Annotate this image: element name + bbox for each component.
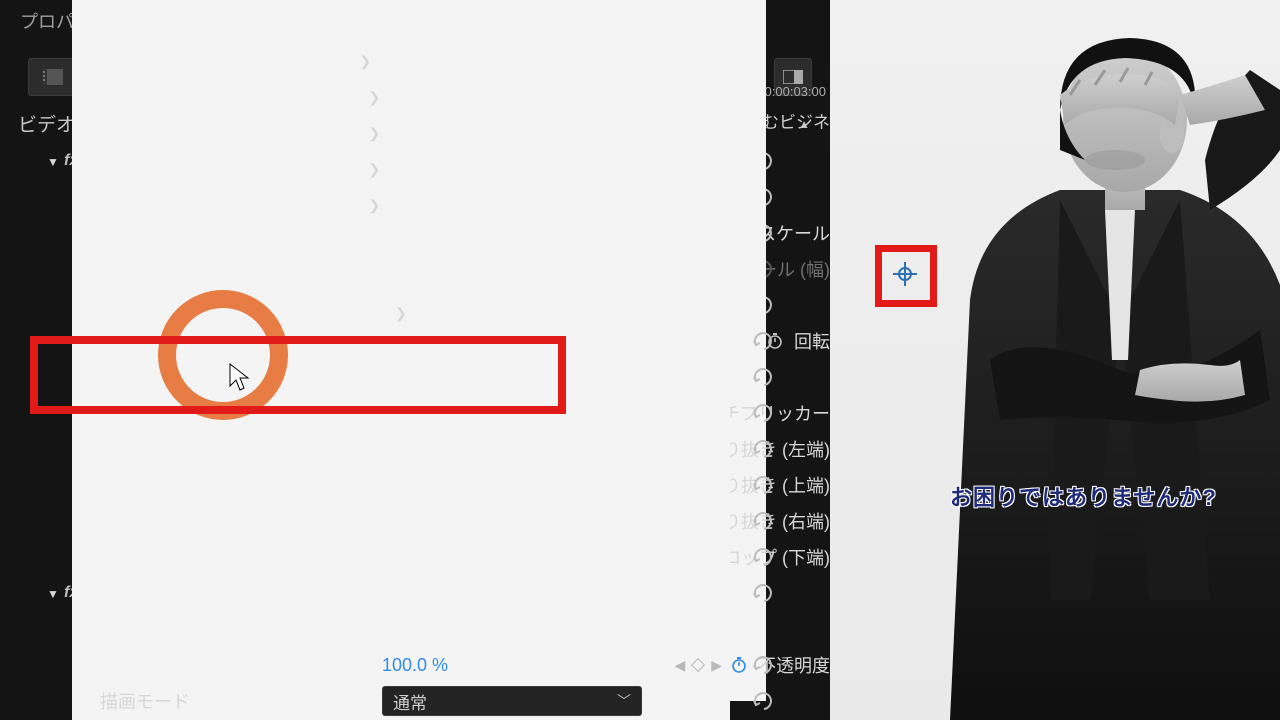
opacity-value-row: 不透明度 100.0 % ◀ ▶ [0, 647, 830, 683]
reset-button[interactable] [752, 583, 778, 603]
stopwatch-active-icon[interactable] [730, 656, 748, 674]
blend-mode-label: 描画モード [100, 688, 190, 714]
twisty-down-icon[interactable] [42, 585, 64, 601]
clip-icon [43, 69, 63, 85]
add-keyframe-icon[interactable] [691, 658, 705, 672]
reset-button[interactable] [752, 691, 778, 711]
twisty-down-icon[interactable] [42, 153, 64, 169]
blend-mode-dropdown[interactable]: 通常 ﹀ [382, 686, 642, 716]
video-section-label: ビデオ [18, 110, 75, 137]
prev-keyframe-icon[interactable]: ◀ [674, 657, 685, 674]
preview-figure [910, 0, 1280, 720]
reset-button[interactable] [752, 331, 778, 351]
blend-mode-row: 描画モード 通常 ﹀ [0, 683, 830, 719]
reset-button[interactable] [752, 511, 778, 531]
next-keyframe-icon[interactable]: ▶ [711, 657, 722, 674]
program-preview: お困りではありませんか? [830, 0, 1280, 720]
anchor-point-marker-icon [893, 262, 917, 286]
preview-caption: お困りではありませんか? [950, 480, 1217, 512]
keyframe-nav: ◀ ▶ [674, 657, 722, 674]
reset-button[interactable] [752, 367, 778, 387]
reset-button[interactable] [752, 439, 778, 459]
effect-controls-panel: プロパティ エフェクトコントロール ≡ プロジェクト: お手本動画編集 ビン: … [0, 0, 830, 720]
chevron-down-icon: ﹀ [617, 691, 631, 711]
reset-button[interactable] [752, 475, 778, 495]
reset-button[interactable] [752, 655, 778, 675]
rotation-label: 回転 [794, 328, 830, 354]
reset-button[interactable] [752, 547, 778, 567]
blend-mode-value: 通常 [393, 689, 427, 714]
opacity-value[interactable]: 100.0 % [382, 655, 448, 676]
preview-split-icon [783, 70, 803, 84]
reset-button[interactable] [752, 403, 778, 423]
timeline-timecode: 00:00:03:00 [757, 84, 826, 99]
motion-group: fx モーション 位置 80.0744.0 スケール 67.0 スケー [0, 143, 830, 719]
